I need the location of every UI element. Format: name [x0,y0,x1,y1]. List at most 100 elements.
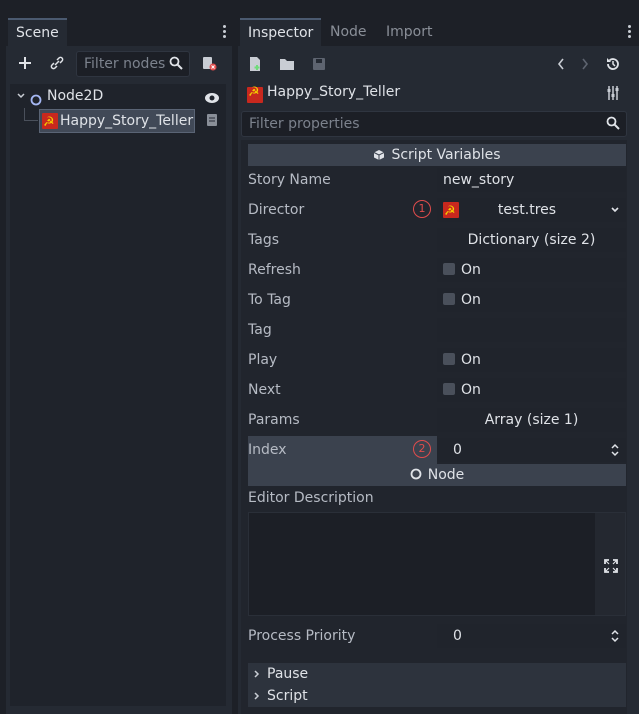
expand-icon[interactable] [604,559,618,577]
tree-guide-line [24,120,38,121]
tree-item-happy-story-teller[interactable]: Happy_Story_Teller [39,109,195,135]
open-folder-icon[interactable] [276,53,298,75]
inspected-object-name[interactable]: Happy_Story_Teller [267,84,400,100]
prop-label: Params [248,412,300,428]
tree-item-node2d[interactable]: Node2D [10,84,226,108]
warning-number: 1 [418,202,426,215]
group-pause[interactable]: Pause [248,663,626,685]
attach-script-icon[interactable] [198,52,220,74]
prop-params: Params Array (size 1) [248,406,626,434]
inspector-dock: Inspector Node Import Happy_Story_Teller… [238,18,639,714]
tab-import[interactable]: Import [378,18,440,46]
prop-label: To Tag [248,292,291,308]
prop-value-text: test.tres [497,202,557,218]
filter-nodes-input[interactable]: Filter nodes [76,51,190,77]
tree-guide-line [24,108,25,120]
director-resource-picker[interactable]: test.tres [437,198,626,224]
section-title: Script Variables [391,147,501,163]
node-circle-icon [410,465,422,487]
process-priority-spinbox[interactable]: 0 [437,624,626,648]
new-resource-icon[interactable] [244,53,266,75]
prop-refresh: Refresh On [248,256,626,284]
checkbox-label: On [461,292,481,308]
script-attached-icon[interactable] [206,113,218,131]
checkbox-unchecked[interactable] [443,353,455,365]
story-name-field[interactable]: new_story [437,168,626,192]
prop-value-text: Array (size 1) [484,412,579,428]
history-forward-icon[interactable] [574,53,596,75]
inspector-dock-menu-icon[interactable] [627,25,631,39]
resource-icon [443,200,459,224]
params-array-button[interactable]: Array (size 1) [437,408,626,432]
link-icon[interactable] [46,52,68,74]
to-tag-checkbox[interactable]: On [437,288,626,312]
prop-tag: Tag [248,316,626,344]
prop-story-name: Story Name new_story [248,166,626,194]
group-script[interactable]: Script [248,685,626,707]
editor-description-label: Editor Description [248,490,374,506]
section-title: Node [427,467,465,483]
tab-inspector[interactable]: Inspector [240,18,322,46]
group-label: Script [267,688,308,704]
checkbox-unchecked[interactable] [443,383,455,395]
spin-arrows-icon[interactable] [610,627,620,653]
save-icon[interactable] [308,53,330,75]
tag-field[interactable] [437,318,626,342]
prop-value-text: new_story [443,172,515,188]
warning-badge: 2 [413,440,431,458]
prop-to-tag: To Tag On [248,286,626,314]
tab-node[interactable]: Node [322,18,375,46]
script-variables-section[interactable]: Script Variables [248,144,626,166]
checkbox-label: On [461,262,481,278]
editor-description-textarea[interactable] [248,512,626,616]
scene-dock-menu-icon[interactable] [222,25,226,39]
checkbox-label: On [461,382,481,398]
prop-value-text: Dictionary (size 2) [467,232,596,248]
property-panel: Script Variables Story Name new_story Di… [241,140,627,714]
inspector-tabbar: Inspector Node Import [238,18,639,46]
search-icon [606,116,620,134]
play-checkbox[interactable]: On [437,348,626,372]
add-node-icon[interactable] [14,52,36,74]
next-checkbox[interactable]: On [437,378,626,402]
filter-properties-input[interactable]: Filter properties [241,111,627,137]
object-type-icon [247,85,263,103]
object-properties-menu-icon[interactable] [602,82,624,104]
top-toolbar-strip [0,0,639,16]
node-section[interactable]: Node [248,464,626,486]
refresh-checkbox[interactable]: On [437,258,626,282]
tags-dictionary-button[interactable]: Dictionary (size 2) [437,228,626,252]
checkbox-unchecked[interactable] [443,263,455,275]
tab-scene[interactable]: Scene [8,18,67,46]
script-cube-icon [373,146,385,168]
visibility-eye-icon[interactable] [204,89,220,113]
warning-number: 2 [418,442,426,455]
warning-badge: 1 [413,200,431,218]
group-label: Pause [267,666,309,682]
checkbox-label: On [461,352,481,368]
prop-director: Director 1 test.tres [248,196,626,224]
history-back-icon[interactable] [550,53,572,75]
prop-label: Tag [248,322,272,338]
prop-label: Tags [248,232,279,248]
search-icon [169,56,183,74]
prop-value-text: 0 [453,628,462,644]
prop-label: Refresh [248,262,301,278]
checkbox-unchecked[interactable] [443,293,455,305]
prop-next: Next On [248,376,626,404]
object-history-icon[interactable] [602,53,624,75]
tree-item-label: Happy_Story_Teller [60,113,194,129]
prop-tags: Tags Dictionary (size 2) [248,226,626,254]
scene-dock: Scene Filter nodes Node2D ☭ Happy_Story_… [6,18,232,714]
prop-label: Next [248,382,281,398]
filter-nodes-placeholder: Filter nodes [84,56,166,72]
index-spinbox[interactable]: 0 [437,438,626,462]
prop-label: Index [248,442,287,458]
script-class-icon [42,111,58,135]
prop-index: Index 2 0 [248,436,626,464]
tree-item-label: Node2D [47,88,104,104]
prop-label: Process Priority [248,628,356,644]
prop-process-priority: Process Priority 0 [248,622,626,650]
scene-tabbar: Scene [6,18,232,46]
prop-value-text: 0 [453,442,462,458]
